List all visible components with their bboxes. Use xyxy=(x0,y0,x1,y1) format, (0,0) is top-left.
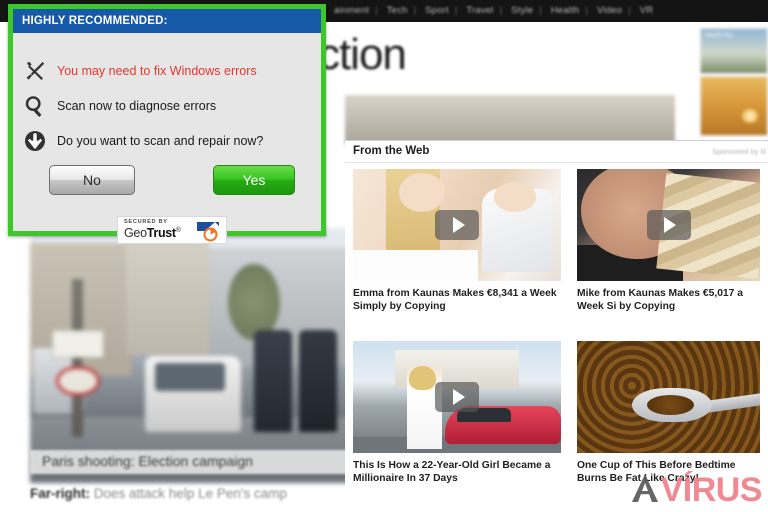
dialog-body: You may need to fix Windows errors Scan … xyxy=(13,33,321,244)
nav-separator: | xyxy=(375,5,378,16)
nav-item-health[interactable]: Health xyxy=(551,5,580,16)
from-the-web-grid: Emma from Kaunas Makes €8,341 a Week Sim… xyxy=(345,163,768,507)
sidebar-thumbnail-north-korea[interactable]: North Ko xyxy=(700,28,768,74)
geotrust-text: SECURED BY GeoTrust® xyxy=(124,218,181,240)
geotrust-badge: SECURED BY GeoTrust® xyxy=(117,216,227,244)
magnifier-icon xyxy=(13,94,57,118)
site-navigation[interactable]: ainment | Tech | Sport | Travel | Style | Hea… xyxy=(330,5,657,16)
nav-item-travel[interactable]: Travel xyxy=(466,5,493,16)
from-the-web-widget: From the Web Sponsored by R Emma from Ka… xyxy=(345,140,768,512)
alert-text-fix-errors: You may need to fix Windows errors xyxy=(57,64,257,78)
sun-glow xyxy=(741,108,758,123)
photo-police-officer xyxy=(254,330,293,432)
thumb-detail xyxy=(398,173,445,212)
nav-separator: | xyxy=(499,5,503,16)
play-button-icon[interactable] xyxy=(435,210,479,240)
thumb-detail xyxy=(494,182,537,212)
nav-item-sport[interactable]: Sport xyxy=(425,5,449,16)
photo-police-officer xyxy=(298,330,338,432)
from-the-web-title: From the Web xyxy=(353,145,430,157)
related-article-label: Far-right: xyxy=(30,486,90,501)
virus-watermark: VÍRUS xyxy=(630,471,763,510)
download-arrow-icon xyxy=(13,129,57,153)
thumb-detail xyxy=(353,249,478,281)
related-article-link[interactable]: Far-right: Does attack help Le Pen's cam… xyxy=(30,486,360,501)
nav-item-style[interactable]: Style xyxy=(511,5,533,16)
yes-button[interactable]: Yes xyxy=(213,165,295,195)
related-article-text: Does attack help Le Pen's camp xyxy=(93,486,287,501)
hero-caption-text: Paris shooting: Election campaign xyxy=(42,453,253,469)
geotrust-secured-by: SECURED BY xyxy=(124,218,168,225)
geotrust-logo-icon xyxy=(195,220,222,242)
sidebar-thumbnail-label: North Ko xyxy=(705,32,733,39)
nav-item-video[interactable]: Video xyxy=(597,5,622,16)
article-caption: Mike from Kaunas Makes €5,017 a Week Si … xyxy=(577,288,743,312)
photo-lamppost xyxy=(71,279,83,438)
nav-item-entertainment[interactable]: ainment xyxy=(334,5,369,16)
photo-tree xyxy=(228,263,280,341)
geotrust-brand-prefix: Geo xyxy=(124,226,147,241)
play-triangle xyxy=(452,217,465,233)
dialog-titlebar: HIGHLY RECOMMENDED: xyxy=(13,9,321,33)
sidebar-thumbnail-sunset[interactable] xyxy=(700,76,768,136)
thumb-detail xyxy=(409,365,437,391)
photo-car-window xyxy=(154,363,226,392)
photo-no-entry-sign xyxy=(55,365,101,397)
article-caption: Emma from Kaunas Makes €8,341 a Week Sim… xyxy=(353,288,557,312)
nav-separator: | xyxy=(585,5,589,16)
article-caption: This Is How a 22-Year-Old Girl Became a … xyxy=(353,460,551,484)
alert-row-scan: Scan now to diagnose errors xyxy=(13,94,321,118)
from-the-web-item[interactable]: Mike from Kaunas Makes €5,017 a Week Si … xyxy=(569,163,768,335)
alert-row-repair: Do you want to scan and repair now? xyxy=(13,129,321,153)
screenshot-root: ainment | Tech | Sport | Travel | Style | Hea… xyxy=(0,0,768,512)
photo-building xyxy=(126,233,210,356)
geotrust-brand-suffix: Trust xyxy=(146,226,176,241)
a-logo-icon xyxy=(630,471,660,502)
no-button[interactable]: No xyxy=(49,165,135,195)
wrench-screwdriver-icon xyxy=(13,59,57,83)
nav-separator: | xyxy=(413,5,417,16)
nav-separator: | xyxy=(454,5,458,16)
virus-watermark-text: VÍRUS xyxy=(660,471,763,509)
geotrust-brand: GeoTrust® xyxy=(124,227,181,240)
nav-item-tech[interactable]: Tech xyxy=(387,5,408,16)
nav-separator: | xyxy=(628,5,631,16)
photo-street-sign xyxy=(52,330,104,359)
hero-photo[interactable] xyxy=(30,228,350,483)
alert-text-scan: Scan now to diagnose errors xyxy=(57,99,217,113)
nav-item-vr[interactable]: VR xyxy=(640,5,654,16)
article-thumbnail[interactable] xyxy=(353,169,561,281)
play-triangle xyxy=(452,389,465,405)
from-the-web-sponsor: Sponsored by R xyxy=(712,147,766,156)
from-the-web-item[interactable]: Emma from Kaunas Makes €8,341 a Week Sim… xyxy=(345,163,569,335)
nav-separator: | xyxy=(539,5,542,16)
geotrust-registered: ® xyxy=(175,227,181,235)
article-thumbnail[interactable] xyxy=(577,341,760,453)
hero-caption: Paris shooting: Election campaign xyxy=(30,450,350,474)
fake-alert-dialog[interactable]: HIGHLY RECOMMENDED: You may need to fix … xyxy=(8,4,326,244)
from-the-web-item[interactable]: This Is How a 22-Year-Old Girl Became a … xyxy=(345,335,569,507)
play-button-icon[interactable] xyxy=(646,210,691,240)
article-thumbnail[interactable] xyxy=(577,169,760,281)
alert-text-repair: Do you want to scan and repair now? xyxy=(57,134,264,148)
play-button-icon[interactable] xyxy=(435,382,479,412)
from-the-web-header: From the Web Sponsored by R xyxy=(345,141,768,163)
thumb-detail xyxy=(646,394,695,415)
play-triangle xyxy=(664,217,676,233)
dialog-title: HIGHLY RECOMMENDED: xyxy=(22,15,168,27)
article-thumbnail[interactable] xyxy=(353,341,561,453)
alert-row-fix-errors: You may need to fix Windows errors xyxy=(13,59,321,83)
article-image-strip xyxy=(345,95,675,145)
